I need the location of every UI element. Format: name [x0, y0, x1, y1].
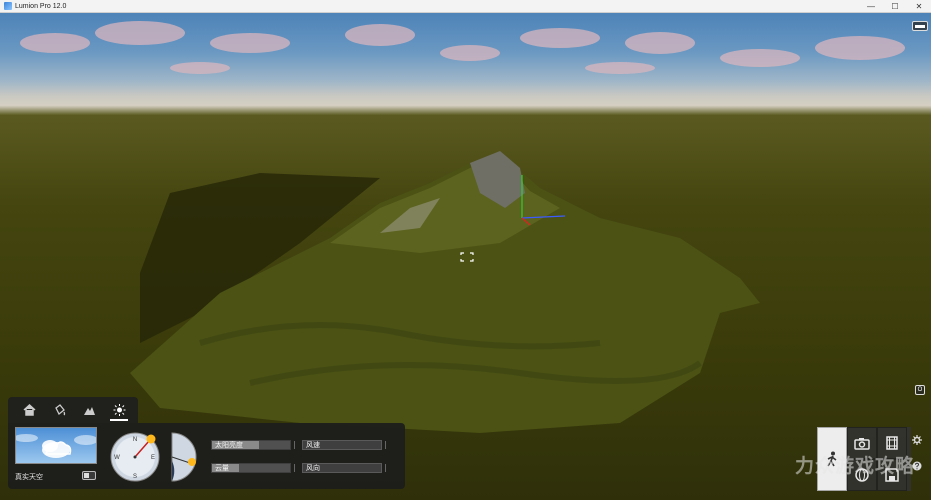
lumion-window: Lumion Pro 12.0 — ☐ ✕ O 真实天空 N E S W 太阳亮…: [0, 0, 931, 500]
maximize-button[interactable]: ☐: [883, 0, 907, 13]
layers-toggle-button[interactable]: [912, 21, 928, 31]
edit-mode-tabs: [8, 397, 138, 423]
wind-direction-slider[interactable]: 风向: [302, 463, 382, 473]
mountain-icon: [83, 407, 95, 415]
sky-preview-thumbnail[interactable]: [15, 427, 97, 464]
home-tab[interactable]: [14, 399, 44, 421]
slider-divider: [294, 441, 295, 449]
slider-divider: [385, 441, 386, 449]
cloud-amount-slider[interactable]: 云量: [211, 463, 291, 473]
minimize-button[interactable]: —: [859, 0, 883, 13]
camera-icon: [854, 437, 870, 450]
slider-divider: [294, 464, 295, 472]
crosshair-icon: [460, 249, 474, 262]
settings-button[interactable]: [911, 434, 923, 446]
sun-direction-compass[interactable]: N E S W: [109, 431, 161, 483]
material-tab[interactable]: [44, 399, 74, 421]
sun-icon: [113, 404, 125, 416]
compass-south-label: S: [133, 474, 137, 480]
cloud-amount-label: 云量: [215, 465, 229, 472]
compass-north-label: N: [133, 437, 137, 443]
paint-bucket-icon: [54, 404, 65, 416]
landscape-tab[interactable]: [74, 399, 104, 421]
watermark-text: 力众游戏攻略: [795, 456, 916, 477]
wind-speed-slider[interactable]: 风速: [302, 440, 382, 450]
slider-divider: [385, 464, 386, 472]
weather-panel: 真实天空 N E S W 太阳亮度 云量 风速 风向: [8, 423, 405, 489]
sun-brightness-slider[interactable]: 太阳亮度: [211, 440, 291, 450]
window-title: Lumion Pro 12.0: [15, 2, 67, 10]
compass-east-label: E: [151, 455, 155, 461]
wind-speed-label: 风速: [306, 442, 320, 449]
weather-tab[interactable]: [104, 399, 134, 421]
sun-height-dial[interactable]: [168, 431, 198, 483]
home-icon: [22, 404, 36, 416]
wind-direction-label: 风向: [306, 465, 320, 472]
sun-handle-icon: [146, 434, 156, 444]
side-toggle-button[interactable]: O: [915, 385, 925, 395]
real-sky-label: 真实天空: [15, 474, 43, 481]
sky-clouds: [20, 21, 905, 74]
real-sky-toggle[interactable]: [82, 471, 96, 480]
gear-icon: [912, 435, 922, 445]
film-icon: [886, 436, 898, 450]
close-button[interactable]: ✕: [907, 0, 931, 13]
lumion-app-icon: [4, 2, 12, 10]
sun-height-handle-icon: [188, 458, 196, 466]
sun-brightness-label: 太阳亮度: [215, 442, 243, 449]
compass-west-label: W: [114, 455, 120, 461]
title-bar: Lumion Pro 12.0 — ☐ ✕: [0, 0, 931, 13]
